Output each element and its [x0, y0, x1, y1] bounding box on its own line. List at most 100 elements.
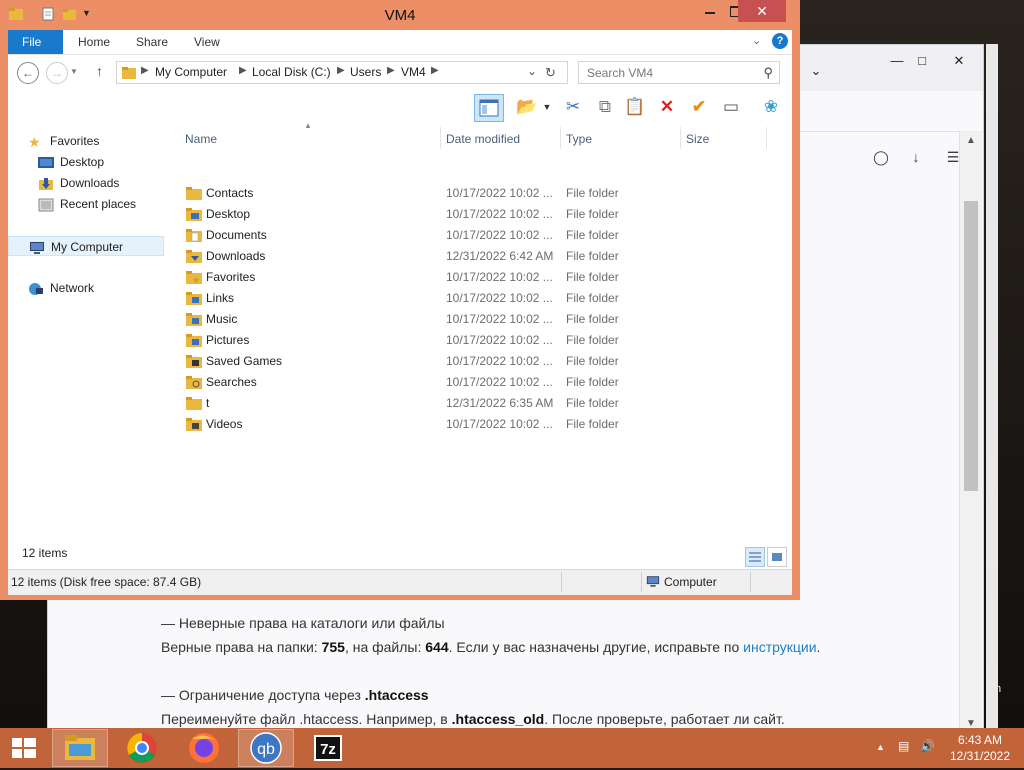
folder-icon [186, 376, 202, 389]
nav-downloads[interactable]: Downloads [38, 173, 119, 193]
file-row[interactable]: Searches 10/17/2022 10:02 ... File folde… [184, 372, 764, 393]
refresh-icon[interactable]: ↻ [545, 65, 556, 81]
search-box[interactable]: Search VM4 ⚲ [578, 61, 780, 84]
breadcrumb-separator-icon[interactable]: ▶ [337, 65, 345, 76]
explorer-titlebar[interactable]: ▼ VM4 ✕ [0, 0, 800, 30]
file-row[interactable]: Downloads 12/31/2022 6:42 AM File folder [184, 246, 764, 267]
browser-minimize-button[interactable]: — [883, 51, 911, 71]
checkmark-icon[interactable]: ✔ [686, 94, 712, 120]
search-input[interactable]: Search VM4 [587, 66, 653, 80]
file-row[interactable]: Videos 10/17/2022 10:02 ... File folder [184, 414, 764, 435]
copy-icon[interactable]: ⧉ [592, 94, 618, 120]
scrollbar-thumb[interactable] [964, 201, 978, 491]
file-row[interactable]: Documents 10/17/2022 10:02 ... File fold… [184, 225, 764, 246]
folder-options-icon[interactable]: 📂 [514, 94, 540, 120]
address-bar[interactable]: ▶ My Computer ▶ Local Disk (C:) ▶ Users … [116, 61, 568, 84]
status-text: 12 items (Disk free space: 87.4 GB) [11, 575, 202, 589]
outer-scrollbar[interactable] [986, 44, 998, 734]
delete-icon[interactable]: ✕ [654, 94, 680, 120]
taskbar-7zip[interactable]: 7z [300, 729, 356, 767]
file-row[interactable]: Desktop 10/17/2022 10:02 ... File folder [184, 204, 764, 225]
nav-network[interactable]: Network [28, 278, 94, 298]
column-header-size[interactable]: Size [686, 129, 709, 153]
show-hidden-icons-chevron-icon[interactable]: ▲ [876, 742, 885, 752]
shell-icon[interactable]: ❀ [758, 94, 784, 120]
page-text-line: Верные права на папки: 755, на файлы: 64… [161, 639, 821, 655]
minimize-button[interactable] [696, 0, 724, 22]
tab-share[interactable]: Share [122, 30, 182, 54]
address-dropdown-chevron-icon[interactable]: ⌄ [527, 64, 537, 78]
expand-ribbon-chevron-icon[interactable]: ⌄ [752, 34, 761, 47]
breadcrumb-separator-icon[interactable]: ▶ [239, 65, 247, 76]
taskbar-chrome[interactable] [114, 729, 170, 767]
network-status-icon[interactable]: ▤ [898, 739, 909, 753]
file-type: File folder [566, 312, 619, 326]
scroll-up-icon[interactable]: ▲ [960, 135, 982, 146]
column-header-date[interactable]: Date modified [446, 129, 520, 153]
file-row[interactable]: t 12/31/2022 6:35 AM File folder [184, 393, 764, 414]
file-row[interactable]: Links 10/17/2022 10:02 ... File folder [184, 288, 764, 309]
preview-pane-icon[interactable] [474, 94, 504, 122]
rename-icon[interactable]: ▭ [718, 94, 744, 120]
file-explorer-icon [65, 735, 95, 760]
nav-desktop[interactable]: Desktop [38, 152, 104, 172]
nav-favorites-label: Favorites [50, 134, 100, 148]
close-button[interactable]: ✕ [738, 0, 786, 22]
file-row[interactable]: Contacts 10/17/2022 10:02 ... File folde… [184, 183, 764, 204]
file-row[interactable]: ★ Favorites 10/17/2022 10:02 ... File fo… [184, 267, 764, 288]
search-icon[interactable]: ⚲ [763, 65, 773, 81]
column-header-name[interactable]: Name [185, 129, 217, 153]
file-row[interactable]: Pictures 10/17/2022 10:02 ... File folde… [184, 330, 764, 351]
chrome-icon [127, 733, 157, 763]
instructions-link[interactable]: инструкции [743, 639, 816, 655]
firefox-icon [189, 733, 219, 763]
nav-favorites[interactable]: ★ Favorites [28, 131, 99, 151]
taskbar-qbittorrent[interactable]: qb [238, 729, 294, 767]
file-date: 10/17/2022 10:02 ... [446, 186, 553, 200]
up-arrow-icon[interactable]: ↑ [96, 63, 103, 79]
breadcrumb-local-disk[interactable]: Local Disk (C:) [252, 65, 331, 79]
file-type: File folder [566, 249, 619, 263]
forward-button[interactable]: → [46, 62, 68, 84]
tab-view[interactable]: View [180, 30, 234, 54]
file-row[interactable]: Saved Games 10/17/2022 10:02 ... File fo… [184, 351, 764, 372]
recent-locations-chevron-icon[interactable]: ▼ [70, 67, 78, 76]
breadcrumb-my-computer[interactable]: My Computer [155, 65, 227, 79]
taskbar-file-explorer[interactable] [52, 729, 108, 767]
taskbar-firefox[interactable] [176, 729, 232, 767]
pocket-icon[interactable]: ◯ [871, 147, 891, 167]
folder-icon [186, 418, 202, 431]
browser-close-button[interactable]: ✕ [945, 51, 973, 71]
back-button[interactable]: ← [17, 62, 39, 84]
nav-recent-places[interactable]: Recent places [38, 194, 136, 214]
large-icons-view-icon[interactable] [767, 547, 787, 567]
breadcrumb-users[interactable]: Users [350, 65, 381, 79]
breadcrumb-vm4[interactable]: VM4 [401, 65, 426, 79]
paste-icon[interactable]: 📋 [622, 94, 648, 120]
tab-home[interactable]: Home [64, 30, 124, 54]
clock[interactable]: 6:43 AM 12/31/2022 [940, 732, 1020, 764]
file-date: 10/17/2022 10:02 ... [446, 417, 553, 431]
details-view-icon[interactable] [745, 547, 765, 567]
tab-list-chevron-icon[interactable]: ⌄ [802, 61, 830, 81]
cut-icon[interactable]: ✂ [560, 94, 586, 120]
breadcrumb-separator-icon[interactable]: ▶ [141, 65, 149, 76]
explorer-window: ▼ VM4 ✕ File Home Share View ⌄ ? ← → ▼ ↑… [0, 0, 800, 600]
browser-scrollbar[interactable]: ▲ ▼ [959, 131, 982, 731]
volume-icon[interactable]: 🔊 [920, 739, 935, 753]
downloads-icon[interactable]: ↓ [906, 147, 926, 167]
help-icon[interactable]: ? [772, 33, 788, 49]
tab-file[interactable]: File [8, 30, 63, 54]
start-button[interactable] [0, 729, 48, 767]
file-name: Contacts [206, 186, 254, 200]
folder-options-dropdown-icon[interactable]: ▼ [540, 94, 554, 120]
file-list: ▲ Name Date modified Type Size Contacts … [164, 121, 792, 545]
column-header-type[interactable]: Type [566, 129, 592, 153]
nav-my-computer[interactable]: My Computer [8, 236, 164, 256]
file-row[interactable]: Music 10/17/2022 10:02 ... File folder [184, 309, 764, 330]
folder-icon [186, 313, 202, 326]
breadcrumb-separator-icon[interactable]: ▶ [431, 65, 439, 76]
breadcrumb-separator-icon[interactable]: ▶ [387, 65, 395, 76]
nav-desktop-label: Desktop [60, 155, 105, 169]
browser-maximize-button[interactable]: □ [908, 51, 936, 71]
